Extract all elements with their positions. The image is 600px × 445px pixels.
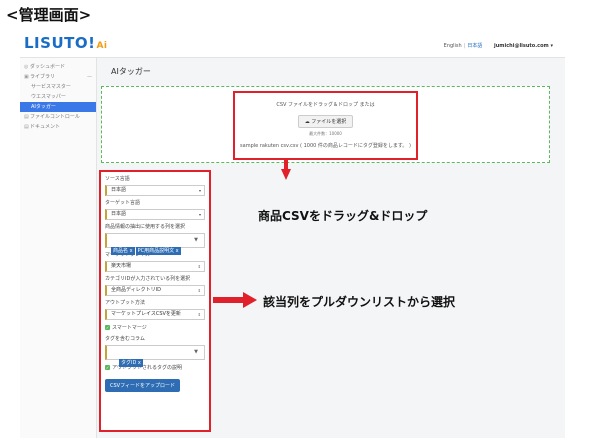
sidebar-item-ai-tagger[interactable]: AIタッガー [20,102,96,112]
chevron-down-icon: ▾ [198,212,201,217]
csv-dropzone[interactable]: CSV ファイルをドラッグ＆ドロップ または ☁ ファイルを選択 最大件数：10… [101,86,550,163]
marketplace-select[interactable]: 楽天市場 ⇕ [105,261,205,272]
checkmark-icon: ✓ [105,325,110,330]
sidebar-item-documents[interactable]: ▤ドキュメント [20,122,96,132]
smart-merge-checkbox[interactable]: ✓ スマートマージ [105,325,205,332]
output-method-select[interactable]: マーケットプレイスCSVを更新 ⇕ [105,309,205,320]
sidebar-item-service-master[interactable]: サービスマスター [20,82,96,92]
source-language-select[interactable]: 日本語 ▾ [105,185,205,196]
user-menu[interactable]: jumichi@lisuto.com ▾ [494,43,553,49]
dropzone-highlight: CSV ファイルをドラッグ＆ドロップ または ☁ ファイルを選択 最大件数：10… [233,91,418,160]
updown-icon: ⇕ [197,288,201,293]
lang-separator: | [463,43,466,49]
sidebar-item-file-control[interactable]: ▤ファイルコントロール [20,112,96,122]
category-column-select[interactable]: 全商品ディレクトリID ⇕ [105,285,205,296]
settings-form: ソース言語 日本語 ▾ ターゲット言語 日本語 ▾ 商品情報の抽出に使用する列を選択… [99,170,211,432]
annotation-drag-drop: 商品CSVをドラッグ&ドロップ [258,209,428,223]
column-tag[interactable]: 商品名 x [111,247,135,255]
sidebar: ◎ ダッシュボード ▣ライブラリ — サービスマスター ウエスマッパー AIタッガー… [20,58,97,438]
arrow-down-icon [281,158,291,180]
page-title: AIタッガー [111,67,151,76]
chevron-down-icon: ▼ [194,349,198,355]
sidebar-item-library[interactable]: ▣ライブラリ — [20,72,96,82]
output-method-label: アウトプット方法 [105,300,146,306]
page-caption: <管理画面> [6,6,92,24]
checkmark-icon: ✓ [105,365,110,370]
lang-english-link[interactable]: English [444,43,462,49]
lang-japanese-link[interactable]: 日本語 [467,43,482,49]
tag-column-tag[interactable]: タグID x [119,359,143,367]
sidebar-item-dashboard[interactable]: ◎ ダッシュボード [20,62,96,72]
tag-column-multiselect[interactable]: タグID x ▼ [105,345,205,367]
source-language-label: ソース言語 [105,176,130,182]
choose-file-button[interactable]: ☁ ファイルを選択 [297,115,354,128]
sample-file-link[interactable]: sample rakuten csv.csv ( 1000 件の商品レコードにタ… [235,142,416,149]
updown-icon: ⇕ [197,264,201,269]
dropzone-text: CSV ファイルをドラッグ＆ドロップ または [276,102,375,108]
columns-label: 商品情報の抽出に使用する列を選択 [105,224,186,230]
lisuto-logo[interactable]: LISUTO!Ai [24,34,108,52]
collapse-icon[interactable]: — [87,72,92,82]
chevron-down-icon: ▾ [198,188,201,193]
top-bar: LISUTO!Ai English | 日本語 jumichi@lisuto.com… [20,32,565,58]
upload-csv-button[interactable]: CSVフィードをアップロード [105,379,180,392]
target-language-select[interactable]: 日本語 ▾ [105,209,205,220]
category-column-label: カテゴリIDが入力されている列を選択 [105,276,191,282]
chevron-down-icon: ▼ [194,237,198,243]
annotation-select-column: 該当列をプルダウンリストから選択 [263,295,456,309]
column-tag[interactable]: PC用商品説明文 x [135,247,181,255]
target-language-label: ターゲット言語 [105,200,141,206]
tag-column-label: タグを含むコラム [105,336,145,342]
sidebar-item-mapper[interactable]: ウエスマッパー [20,92,96,102]
arrow-right-icon [213,292,257,308]
top-nav: English | 日本語 jumichi@lisuto.com ▾ [444,42,553,49]
updown-icon: ⇕ [197,312,201,317]
columns-multiselect[interactable]: 商品名 x PC用商品説明文 x ▼ [105,233,205,255]
max-records-text: 最大件数：10000 [309,131,342,136]
